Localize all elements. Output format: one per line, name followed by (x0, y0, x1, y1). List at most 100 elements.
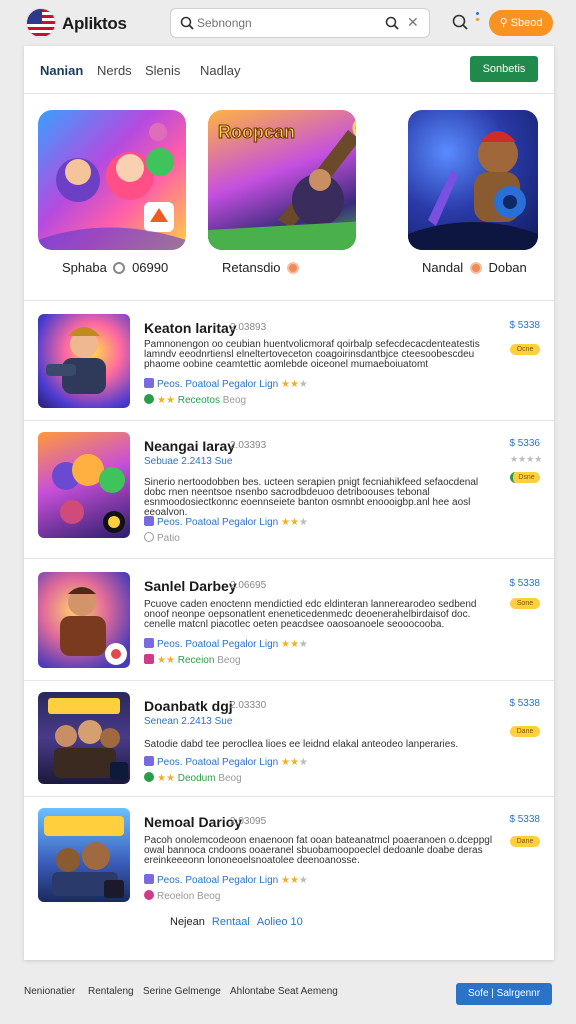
game-thumbnail[interactable] (38, 808, 130, 902)
item-tags-text[interactable]: Peos. Poatoal Pegalor Lign (157, 517, 278, 528)
shooter-art-icon: Roopcan (208, 119, 356, 250)
item-title[interactable]: Neangai Iaray (144, 438, 235, 454)
header-action-button[interactable]: ⚲ Sbeod (489, 10, 553, 36)
search-icon (180, 16, 194, 30)
item-tags: Peos. Poatoal Pegalor Lign ★★★ (144, 638, 308, 650)
item-tags-text[interactable]: Peos. Poatoal Pegalor Lign (157, 875, 278, 886)
adventure-art-icon (44, 816, 124, 898)
featured-caption-3: Nandal Doban (422, 260, 527, 275)
squad-art-icon (48, 698, 128, 780)
card-footer: Nejean Rentaal Aolieo 10 (170, 916, 303, 928)
search-input[interactable] (197, 14, 377, 32)
item-description: Satodie dabd tee perocllea lioes ee leid… (144, 739, 459, 750)
rating-stars: ★★ (280, 639, 299, 650)
game-thumbnail[interactable] (38, 692, 130, 784)
footer-link-2[interactable]: Rentaal (212, 916, 250, 928)
featured-image-1[interactable] (38, 110, 186, 250)
rating-dots: ★★★★ (510, 454, 543, 464)
tab-nanian[interactable]: Nanian (40, 63, 83, 78)
badge-icon (469, 262, 482, 274)
footer-link-3[interactable]: Aolieo 10 (257, 916, 303, 928)
featured-image-2[interactable]: Roopcan (208, 110, 356, 250)
item-badge[interactable]: Sone (510, 598, 540, 609)
bottom-link-3[interactable]: Serine Gelmenge (143, 986, 221, 997)
item-description: Pamnonengon oo ceubian huentvolicmoraf q… (144, 339, 480, 370)
bottom-bar: Nenionatier Rentaleng Serine Gelmenge Ah… (0, 980, 576, 1010)
item-price: $ 5338 (509, 578, 540, 589)
item-subtitle: Sebuae 2.2413 Sue (144, 456, 233, 467)
footer-link-1[interactable]: Nejean (170, 916, 205, 928)
item-meta: 2.03893 (230, 322, 267, 333)
item-price: $ 5338 (509, 814, 540, 825)
tab-nadlay[interactable]: Nadlay (200, 63, 240, 78)
item-tags: Peos. Poatoal Pegalor Lign ★★★ (144, 378, 308, 390)
rating-star-empty: ★ (298, 517, 308, 528)
item-meta: 2.03330 (230, 700, 267, 711)
divider (24, 558, 554, 559)
item-meta: 2.03393 (230, 440, 267, 451)
badge-icon (113, 262, 126, 274)
search-box[interactable]: ✕ (170, 8, 430, 38)
game-thumbnail[interactable] (38, 314, 130, 408)
item-badge[interactable]: Ocne (510, 344, 540, 355)
item-status: Reoelon Beog (144, 890, 220, 902)
top-bar: Apliktos ✕ ⚲Sbeod (0, 0, 576, 46)
game-thumbnail[interactable] (38, 572, 130, 668)
flag-logo-icon[interactable] (26, 8, 56, 38)
bottom-action-button[interactable]: Sofe | Salrgennr (456, 983, 552, 1005)
more-options-icon[interactable] (476, 12, 480, 28)
bottom-link-4[interactable]: Ahlontabe Seat Aemeng (230, 986, 338, 997)
featured-image-3[interactable] (408, 110, 538, 250)
clear-icon[interactable]: ✕ (407, 14, 419, 31)
item-tags: Peos. Poatoal Pegalor Lign ★★★ (144, 756, 308, 768)
tab-nerds[interactable]: Nerds (97, 63, 132, 78)
item-status: Patio (144, 532, 180, 544)
search-submit-icon[interactable] (385, 16, 399, 30)
header-search-icon[interactable] (452, 14, 468, 30)
divider (24, 796, 554, 797)
featured-caption-2: Retansdio (222, 260, 302, 275)
cartoon-characters-icon (38, 123, 186, 250)
item-title[interactable]: Keaton laritay (144, 320, 237, 336)
rating-star-empty: ★ (298, 379, 308, 390)
rating-stars: ★★ (280, 757, 299, 768)
item-tags: Peos. Poatoal Pegalor Lign ★★★ (144, 516, 308, 528)
item-status: ★★ Receion Beog (144, 654, 241, 666)
featured-name-1[interactable]: Sphaba (62, 260, 107, 275)
item-badge[interactable]: Dsne (510, 472, 540, 483)
item-tags-text[interactable]: Peos. Poatoal Pegalor Lign (157, 379, 278, 390)
item-tags-text[interactable]: Peos. Poatoal Pegalor Lign (157, 639, 278, 650)
item-title[interactable]: Doanbatk dgj (144, 698, 233, 714)
featured-name-2[interactable]: Retansdio (222, 260, 281, 275)
tab-action-button[interactable]: Sonbetis (470, 56, 538, 82)
item-title[interactable]: Sanlel Darbey (144, 578, 237, 594)
featured-caption-1: Sphaba 06990 (62, 260, 168, 275)
main-card: Nanian Nerds Slenis Nadlay Sonbetis Roop… (24, 46, 554, 960)
item-price: $ 5336 (509, 438, 540, 449)
tab-bar: Nanian Nerds Slenis Nadlay Sonbetis (24, 46, 554, 94)
warrior-art-icon (46, 327, 106, 394)
bottom-link-1[interactable]: Nenionatier (24, 986, 75, 997)
item-tags: Peos. Poatoal Pegalor Lign ★★★ (144, 874, 308, 886)
featured-name-3[interactable]: Nandal (422, 260, 463, 275)
item-tags-text[interactable]: Peos. Poatoal Pegalor Lign (157, 757, 278, 768)
app-title[interactable]: Apliktos (62, 14, 127, 34)
bottom-link-2[interactable]: Rentaleng (88, 986, 134, 997)
divider (24, 300, 554, 301)
divider (24, 420, 554, 421)
tab-slenis[interactable]: Slenis (145, 63, 180, 78)
item-badge[interactable]: Dane (510, 836, 540, 847)
badge-icon (287, 262, 300, 274)
item-price: $ 5338 (509, 698, 540, 709)
rating-stars: ★★ (280, 379, 299, 390)
item-title[interactable]: Nemoal Darioy (144, 814, 242, 830)
rating-star-empty: ★ (298, 757, 308, 768)
game-thumbnail[interactable] (38, 432, 130, 538)
item-description: Pcuove caden enoctenn mendictied edc eld… (144, 599, 477, 630)
item-description: Pacoh onolemcodeoon enaenoon fat ooan ba… (144, 835, 493, 866)
item-meta: 2.03095 (230, 816, 267, 827)
featured-badge-3: Doban (488, 260, 527, 275)
cartoon-group-icon (52, 454, 125, 533)
item-status: ★★ Receotos Beog (144, 394, 246, 406)
item-badge[interactable]: Dane (510, 726, 540, 737)
